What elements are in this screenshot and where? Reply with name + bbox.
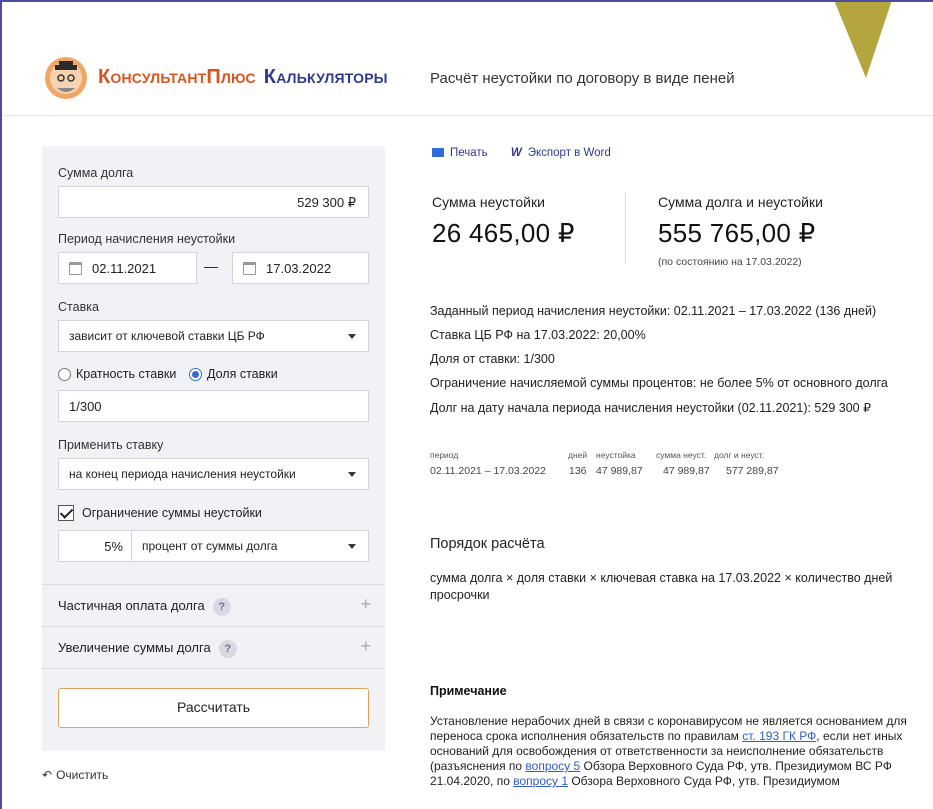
radio-share-label[interactable]: Доля ставки (207, 367, 278, 381)
limit-label[interactable]: Ограничение суммы неустойки (82, 506, 262, 520)
table-cell: 02.11.2021 – 17.03.2022 (430, 465, 546, 477)
date-from-input[interactable]: 02.11.2021 (58, 252, 197, 284)
radio-multiple-label[interactable]: Кратность ставки (76, 367, 176, 381)
divider (42, 626, 385, 627)
help-icon[interactable]: ? (212, 598, 231, 616)
printer-icon (432, 148, 444, 157)
arrow-pointer-icon (834, 2, 892, 78)
as-of-date: (по состоянию на 17.03.2022) (658, 256, 802, 268)
apply-select[interactable]: на конец периода начисления неустойки (58, 458, 369, 490)
chevron-down-icon (348, 334, 356, 339)
divider (625, 192, 626, 264)
info-line: Ограничение начисляемой суммы процентов:… (430, 376, 888, 390)
link-gk-193[interactable]: ст. 193 ГК РФ (742, 729, 816, 743)
penalty-value: 26 465,00 ₽ (432, 218, 575, 248)
share-value: 1/300 (69, 399, 102, 414)
limit-type-select[interactable]: процент от суммы долга (131, 530, 369, 562)
link-question-5[interactable]: вопросу 5 (525, 759, 580, 773)
export-word-label: Экспорт в Word (527, 147, 611, 159)
info-line: Доля от ставки: 1/300 (430, 352, 555, 366)
total-label: Сумма долга и неустойки (658, 194, 823, 210)
debt-increase-toggle[interactable]: Увеличение суммы долга? (58, 640, 237, 658)
period-label: Период начисления неустойки (58, 232, 236, 246)
link-question-1[interactable]: вопросу 1 (513, 774, 568, 788)
radio-multiple[interactable] (58, 368, 71, 381)
app-window: КонсультантПлюс Калькуляторы Расчёт неуст… (0, 0, 933, 809)
clear-button[interactable]: ↶ Очистить (42, 768, 108, 782)
total-value: 555 765,00 ₽ (658, 218, 816, 248)
table-header: период (430, 450, 459, 460)
apply-selected: на конец периода начисления неустойки (69, 467, 296, 481)
limit-percent-input[interactable]: 5% (58, 530, 132, 562)
radio-share[interactable] (189, 368, 202, 381)
note-text: Установление нерабочих дней в связи с ко… (430, 714, 910, 789)
rate-select[interactable]: зависит от ключевой ставки ЦБ РФ (58, 320, 369, 352)
page-title: Расчёт неустойки по договору в виде пене… (430, 70, 735, 87)
divider (42, 584, 385, 585)
result-toolbar: Печать W Экспорт в Word (432, 147, 631, 159)
table-cell: 577 289,87 (726, 465, 779, 477)
calculate-button[interactable]: Рассчитать (58, 688, 369, 728)
calendar-icon (243, 262, 256, 275)
note-title: Примечание (430, 684, 507, 698)
debt-value: 529 300 ₽ (297, 195, 356, 210)
limit-type-selected: процент от суммы долга (142, 539, 278, 553)
note-fragment: Обзора Верховного Суда РФ, утв. Президиу… (568, 774, 840, 788)
limit-percent-value: 5% (104, 539, 123, 554)
info-line: Долг на дату начала периода начисления н… (430, 401, 872, 415)
procedure-title: Порядок расчёта (430, 536, 545, 552)
table-header: сумма неуст. (656, 450, 707, 460)
table-header: дней (568, 450, 588, 460)
clear-label: Очистить (56, 768, 109, 782)
info-line: Заданный период начисления неустойки: 02… (430, 304, 877, 318)
debt-input[interactable]: 529 300 ₽ (58, 186, 369, 218)
chevron-down-icon (348, 544, 356, 549)
date-from-value: 02.11.2021 (92, 261, 157, 276)
info-line: Ставка ЦБ РФ на 17.03.2022: 20,00% (430, 328, 646, 342)
share-input[interactable]: 1/300 (58, 390, 369, 422)
divider (42, 668, 385, 669)
page-header: КонсультантПлюс Калькуляторы Расчёт неуст… (4, 2, 933, 116)
brand-name[interactable]: КонсультантПлюс Калькуляторы (98, 66, 388, 89)
help-icon[interactable]: ? (218, 640, 237, 658)
calculator-form: Сумма долга 529 300 ₽ Период начисления … (42, 146, 385, 751)
table-header: долг и неуст. (714, 450, 765, 460)
penalty-label: Сумма неустойки (432, 194, 545, 210)
debt-increase-label: Увеличение суммы долга (58, 640, 211, 655)
word-icon: W (510, 147, 522, 159)
plus-icon[interactable]: + (360, 594, 371, 615)
table-cell: 47 989,87 (596, 465, 643, 477)
logo-icon (45, 57, 87, 99)
plus-icon[interactable]: + (360, 636, 371, 657)
brand-part1: КонсультантПлюс (98, 66, 256, 88)
table-header: неустойка (596, 450, 636, 460)
date-to-input[interactable]: 17.03.2022 (232, 252, 369, 284)
date-range-dash (204, 267, 218, 268)
chevron-down-icon (348, 472, 356, 477)
apply-label: Применить ставку (58, 438, 164, 452)
partial-payment-label: Частичная оплата долга (58, 598, 205, 613)
print-label: Печать (450, 147, 488, 159)
date-to-value: 17.03.2022 (266, 261, 332, 276)
calendar-icon (69, 262, 82, 275)
partial-payment-toggle[interactable]: Частичная оплата долга? (58, 598, 231, 616)
reset-icon: ↶ (42, 768, 53, 782)
table-cell: 47 989,87 (663, 465, 710, 477)
limit-checkbox[interactable] (58, 505, 74, 521)
procedure-formula: сумма долга × доля ставки × ключевая ста… (430, 571, 893, 602)
rate-selected: зависит от ключевой ставки ЦБ РФ (69, 329, 265, 343)
brand-part2: Калькуляторы (263, 66, 388, 88)
debt-label: Сумма долга (58, 166, 134, 180)
rate-label: Ставка (58, 300, 99, 314)
export-word-button[interactable]: W Экспорт в Word (511, 147, 611, 159)
table-cell: 136 (569, 465, 587, 477)
print-button[interactable]: Печать (432, 147, 488, 159)
